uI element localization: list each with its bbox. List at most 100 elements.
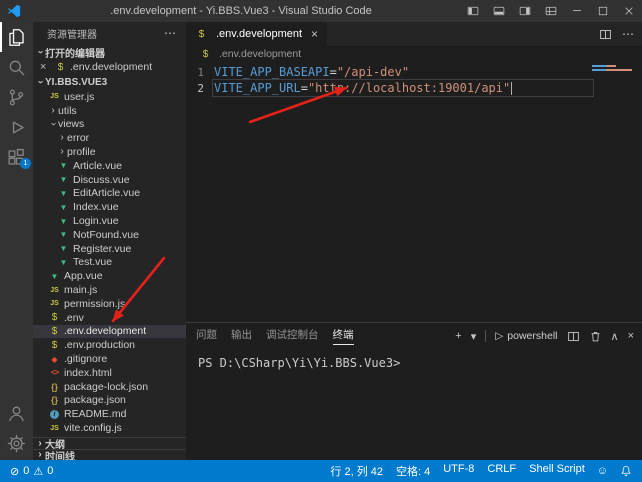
code-line-1[interactable]: 1VITE_APP_BASEAPI="/api-dev" — [186, 64, 642, 80]
close-window-icon[interactable] — [616, 0, 642, 22]
tree-item-main.js[interactable]: JSmain.js — [33, 283, 186, 297]
tree-item-Discuss.vue[interactable]: ▼Discuss.vue — [33, 173, 186, 187]
file-name: .env.development — [64, 325, 146, 337]
html-file-icon: <> — [48, 368, 61, 377]
tree-item-views[interactable]: ›views — [33, 118, 186, 132]
tree-item-Article.vue[interactable]: ▼Article.vue — [33, 159, 186, 173]
file-name: Discuss.vue — [73, 174, 130, 186]
open-editor-item[interactable]: × $ .env.development — [33, 60, 186, 74]
tree-item-README.md[interactable]: iREADME.md — [33, 407, 186, 421]
error-count: 0 — [23, 465, 29, 477]
terminal-dropdown-icon[interactable]: ▾ — [471, 330, 477, 343]
tree-item-NotFound.vue[interactable]: ▼NotFound.vue — [33, 228, 186, 242]
tree-item-profile[interactable]: ›profile — [33, 145, 186, 159]
tree-item-App.vue[interactable]: ▼App.vue — [33, 269, 186, 283]
terminal-shell-select[interactable]: ▷ powershell — [495, 330, 557, 342]
code-lines: 1VITE_APP_BASEAPI="/api-dev" 2 VITE_APP_UR… — [186, 64, 642, 96]
shell-file-icon: $ — [48, 326, 61, 337]
tree-item-.env.development[interactable]: $.env.development — [33, 325, 186, 339]
split-editor-icon[interactable] — [599, 28, 612, 41]
tree-item-Index.vue[interactable]: ▼Index.vue — [33, 200, 186, 214]
titlebar-controls: ─ — [460, 0, 642, 22]
notifications-bell-icon[interactable] — [620, 465, 632, 477]
close-tab-icon[interactable]: × — [311, 27, 318, 41]
run-debug-icon[interactable] — [0, 112, 33, 142]
file-name: NotFound.vue — [73, 229, 139, 241]
file-name: main.js — [64, 284, 97, 296]
file-name: EditArticle.vue — [73, 187, 140, 199]
tree-item-Login.vue[interactable]: ▼Login.vue — [33, 214, 186, 228]
panel-tab-output[interactable]: 输出 — [231, 327, 252, 345]
tree-item-error[interactable]: ›error — [33, 131, 186, 145]
toggle-sidebar-icon[interactable] — [460, 0, 486, 22]
tree-item-package-lock.json[interactable]: {}package-lock.json — [33, 380, 186, 394]
tree-item-vite.config.js[interactable]: JSvite.config.js — [33, 421, 186, 435]
code-area[interactable]: 1VITE_APP_BASEAPI="/api-dev" 2 VITE_APP_UR… — [186, 62, 642, 322]
maximize-panel-icon[interactable]: ∧ — [611, 330, 619, 343]
feedback-smiley-icon[interactable]: ☺ — [597, 465, 608, 477]
file-name: Article.vue — [73, 160, 122, 172]
file-name: Test.vue — [73, 256, 112, 268]
code-token: = — [330, 65, 337, 79]
toggle-secondary-sidebar-icon[interactable] — [512, 0, 538, 22]
terminal-prompt: PS D:\CSharp\Yi\Yi.BBS.Vue3> — [198, 356, 400, 370]
more-actions-icon[interactable]: ⋯ — [164, 26, 176, 40]
close-icon[interactable]: × — [40, 61, 52, 73]
status-eol[interactable]: CRLF — [487, 463, 516, 479]
statusbar-right-items: 行 2, 列 42 空格: 4 UTF-8 CRLF Shell Script — [330, 463, 584, 479]
tree-item-package.json[interactable]: {}package.json — [33, 394, 186, 408]
toggle-panel-icon[interactable] — [486, 0, 512, 22]
account-icon[interactable] — [0, 398, 33, 428]
settings-gear-icon[interactable] — [0, 428, 33, 458]
tree-item-permission.js[interactable]: JSpermission.js — [33, 297, 186, 311]
breadcrumb[interactable]: $ .env.development — [186, 46, 642, 62]
tree-item-.env.production[interactable]: $.env.production — [33, 338, 186, 352]
panel-tab-debug-console[interactable]: 调试控制台 — [266, 327, 319, 345]
tree-item-utils[interactable]: ›utils — [33, 104, 186, 118]
minimap[interactable] — [592, 65, 636, 71]
timeline-section[interactable]: › 时间线 — [33, 449, 186, 460]
text-cursor — [511, 82, 512, 95]
file-name: Register.vue — [73, 243, 131, 255]
maximize-window-icon[interactable] — [590, 0, 616, 22]
warning-count: 0 — [47, 465, 53, 477]
source-control-icon[interactable] — [0, 82, 33, 112]
kill-terminal-icon[interactable] — [589, 330, 602, 343]
split-terminal-icon[interactable] — [567, 330, 580, 343]
tree-item-.gitignore[interactable]: ◆.gitignore — [33, 352, 186, 366]
status-language-mode[interactable]: Shell Script — [529, 463, 585, 479]
panel-tab-problems[interactable]: 问题 — [196, 327, 217, 345]
project-root-header[interactable]: › YI.BBS.VUE3 — [33, 74, 186, 90]
tree-item-EditArticle.vue[interactable]: ▼EditArticle.vue — [33, 187, 186, 201]
customize-layout-icon[interactable] — [538, 0, 564, 22]
status-indentation[interactable]: 空格: 4 — [396, 463, 430, 479]
tree-item-Test.vue[interactable]: ▼Test.vue — [33, 256, 186, 270]
line-number: 1 — [186, 66, 204, 79]
open-editors-header[interactable]: › 打开的编辑器 — [33, 44, 186, 60]
info-file-icon: i — [50, 410, 59, 419]
tree-item-index.html[interactable]: <>index.html — [33, 366, 186, 380]
code-line-2[interactable]: 2VITE_APP_URL="http://localhost:19001/ap… — [186, 80, 642, 96]
close-panel-icon[interactable]: × — [628, 330, 634, 342]
search-icon[interactable] — [0, 52, 33, 82]
tree-item-.env[interactable]: $.env — [33, 311, 186, 325]
status-cursor-position[interactable]: 行 2, 列 42 — [330, 463, 383, 479]
vue-file-icon: ▼ — [57, 230, 70, 239]
code-token: VITE_APP_URL — [214, 81, 301, 95]
extensions-icon[interactable]: 1 — [0, 142, 33, 172]
problems-indicator[interactable]: ⊘ 0 ⚠ 0 — [10, 465, 53, 478]
panel-tab-terminal[interactable]: 终端 — [333, 327, 354, 345]
tree-item-Register.vue[interactable]: ▼Register.vue — [33, 242, 186, 256]
line-number: 2 — [186, 82, 204, 95]
tab-env-development[interactable]: $ .env.development × — [186, 22, 327, 46]
terminal-output[interactable]: PS D:\CSharp\Yi\Yi.BBS.Vue3> — [186, 349, 642, 377]
panel-header: 问题输出调试控制台终端 + ▾ ▷ powershell ∧ × — [186, 323, 642, 349]
more-actions-icon[interactable]: ⋯ — [622, 27, 634, 41]
explorer-icon[interactable] — [0, 22, 33, 52]
status-encoding[interactable]: UTF-8 — [443, 463, 474, 479]
minimize-window-icon[interactable]: ─ — [564, 0, 590, 22]
tree-item-user.js[interactable]: JSuser.js — [33, 90, 186, 104]
new-terminal-icon[interactable]: + — [455, 330, 461, 342]
activity-bar-bottom — [0, 398, 33, 458]
minimap-line — [592, 65, 616, 67]
